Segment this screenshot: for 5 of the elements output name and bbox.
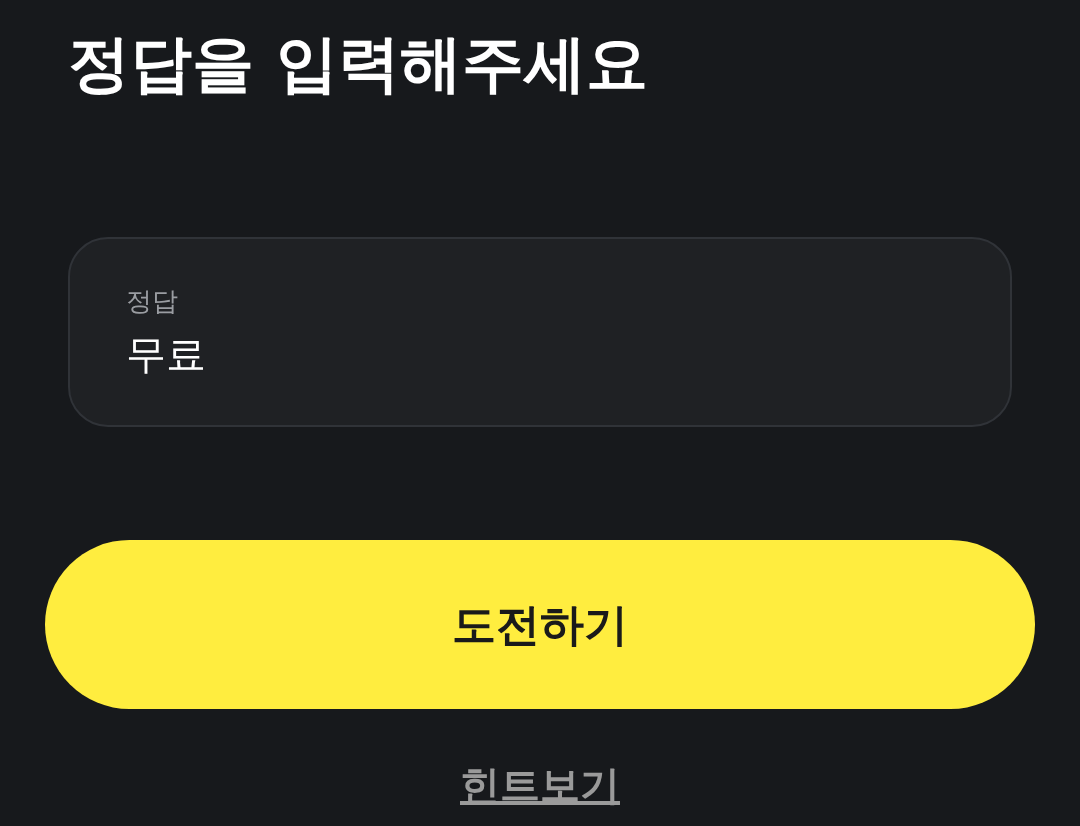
page-title: 정답을 입력해주세요	[68, 26, 648, 102]
submit-button[interactable]: 도전하기	[45, 540, 1035, 709]
hint-link[interactable]: 힌트보기	[460, 759, 620, 811]
answer-input[interactable]: 무료	[126, 328, 954, 380]
field-label: 정답	[126, 285, 178, 318]
